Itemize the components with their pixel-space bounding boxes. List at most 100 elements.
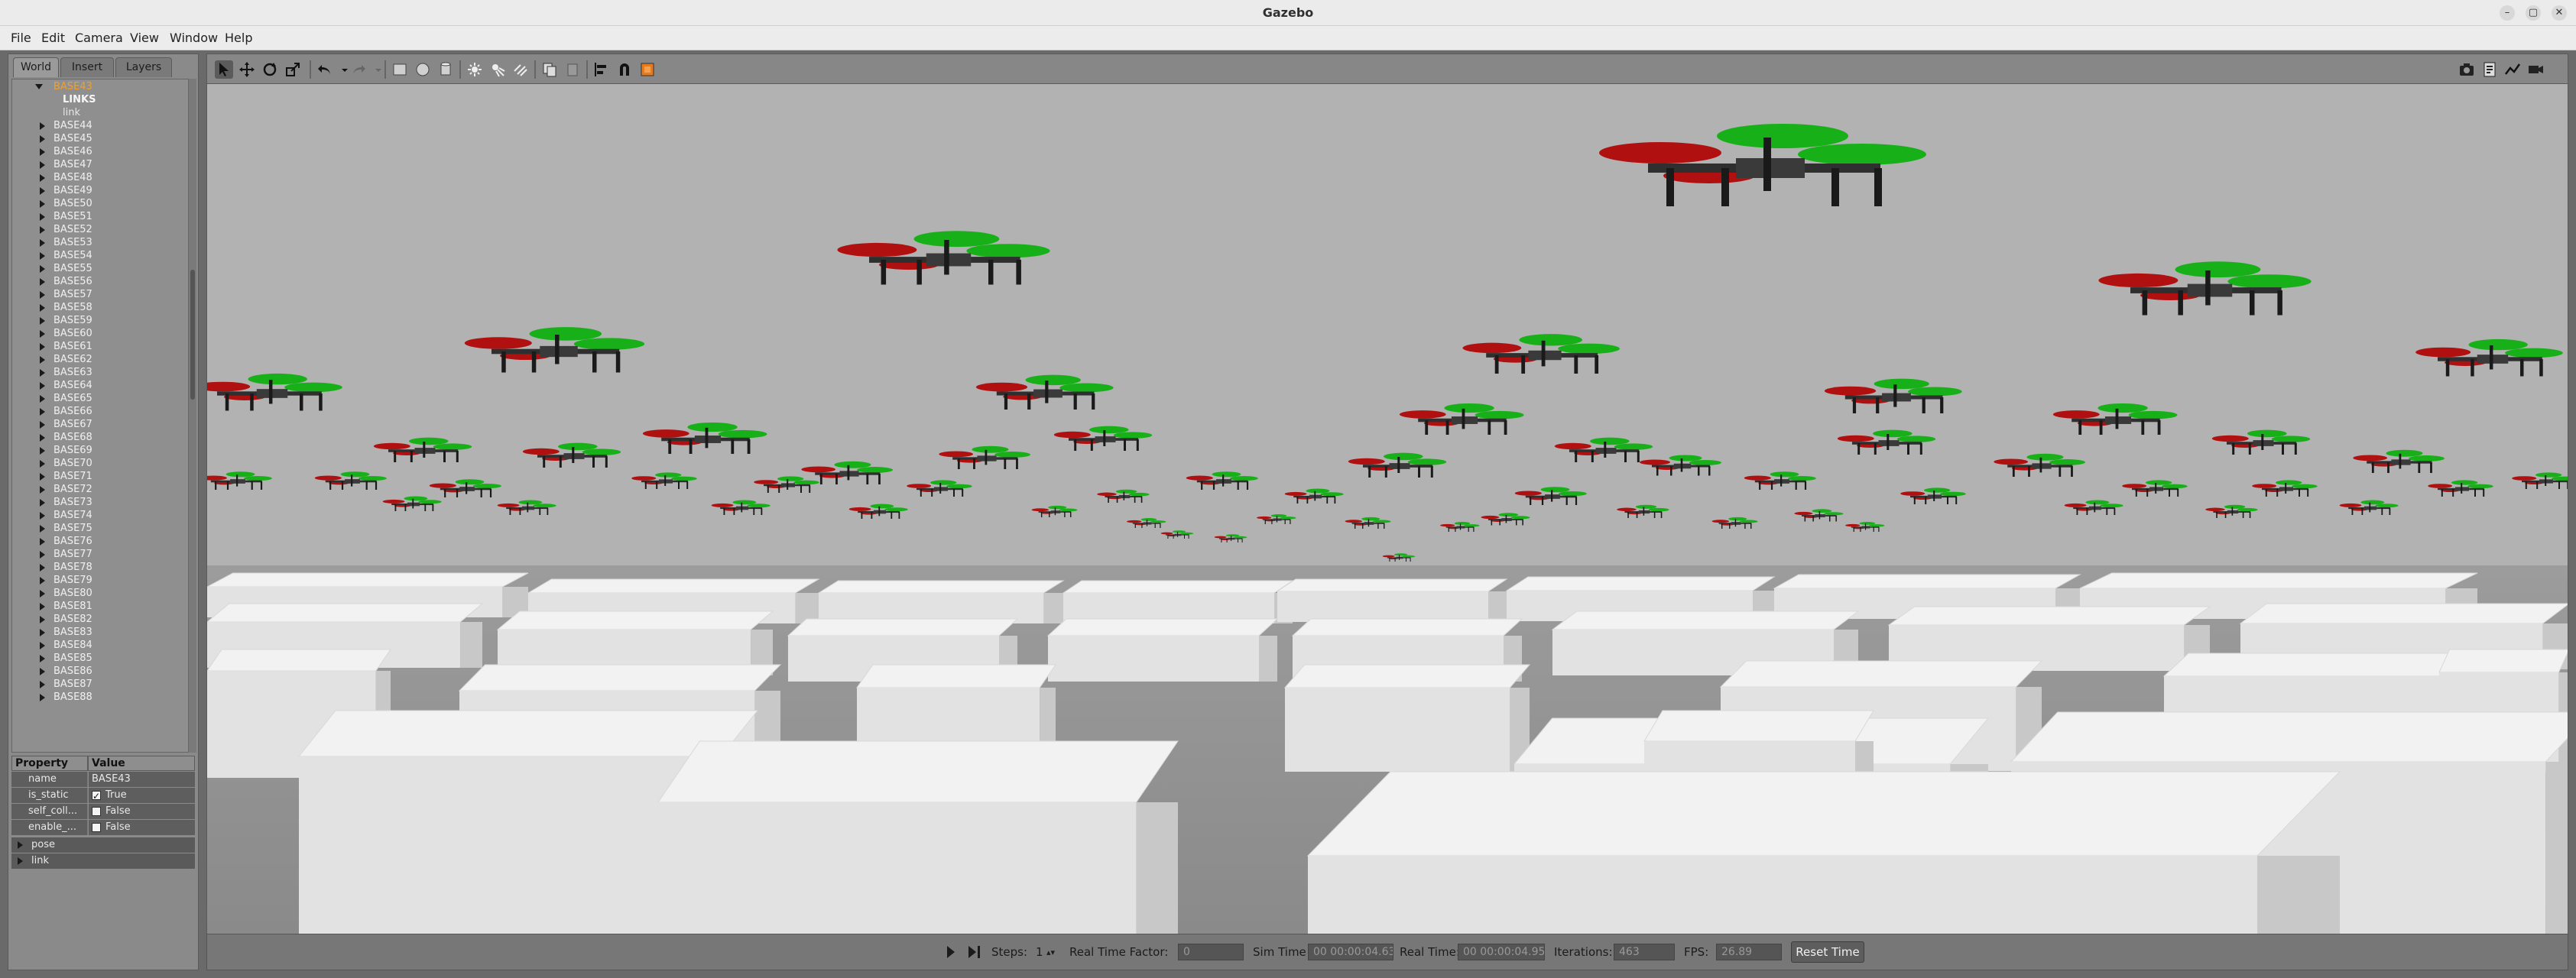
tree-model-item[interactable]: BASE87 bbox=[12, 678, 188, 691]
collapsed-arrow-icon[interactable] bbox=[40, 525, 45, 533]
collapsed-arrow-icon[interactable] bbox=[40, 148, 45, 156]
collapsed-arrow-icon[interactable] bbox=[40, 252, 45, 260]
collapsed-arrow-icon[interactable] bbox=[40, 421, 45, 429]
tab-insert[interactable]: Insert bbox=[60, 57, 114, 77]
collapsed-arrow-icon[interactable] bbox=[40, 356, 45, 364]
tree-model-item[interactable]: BASE88 bbox=[12, 691, 188, 704]
collapsed-arrow-icon[interactable] bbox=[40, 616, 45, 623]
collapsed-arrow-icon[interactable] bbox=[40, 395, 45, 403]
tree-model-item[interactable]: BASE68 bbox=[12, 432, 188, 445]
tree-model-item[interactable]: BASE71 bbox=[12, 471, 188, 484]
tree-model-item[interactable]: BASE82 bbox=[12, 614, 188, 627]
rotate-icon[interactable] bbox=[261, 60, 279, 79]
menu-window[interactable]: Window bbox=[170, 31, 218, 45]
undo-icon[interactable] bbox=[316, 60, 334, 79]
collapsed-arrow-icon[interactable] bbox=[40, 668, 45, 675]
tree-model-item[interactable]: BASE55 bbox=[12, 263, 188, 276]
collapsed-arrow-icon[interactable] bbox=[40, 629, 45, 636]
is-static-checkbox[interactable] bbox=[92, 789, 101, 804]
tree-model-item[interactable]: BASE73 bbox=[12, 497, 188, 510]
directional-light-icon[interactable] bbox=[511, 60, 530, 79]
select-arrow-icon[interactable] bbox=[215, 60, 233, 79]
tree-model-item[interactable]: BASE48 bbox=[12, 172, 188, 185]
tree-model-item[interactable]: BASE64 bbox=[12, 380, 188, 393]
menu-edit[interactable]: Edit bbox=[41, 31, 65, 45]
step-icon[interactable] bbox=[968, 946, 976, 958]
tree-model-item[interactable]: BASE79 bbox=[12, 575, 188, 588]
collapsed-arrow-icon[interactable] bbox=[40, 642, 45, 649]
tree-model-item[interactable]: BASE65 bbox=[12, 393, 188, 406]
tree-model-item[interactable]: BASE69 bbox=[12, 445, 188, 458]
tree-link-item[interactable]: link bbox=[12, 107, 188, 120]
3d-viewport[interactable] bbox=[206, 84, 2568, 934]
sphere-shape-icon[interactable] bbox=[414, 60, 432, 79]
world-tree[interactable]: BASE43 LINKS link BASE44 BASE45 BASE46 BASE… bbox=[11, 79, 189, 753]
tree-model-item[interactable]: BASE84 bbox=[12, 640, 188, 653]
tree-model-item[interactable]: BASE86 bbox=[12, 665, 188, 678]
tree-model-item[interactable]: BASE47 bbox=[12, 159, 188, 172]
tree-model-item[interactable]: BASE53 bbox=[12, 237, 188, 250]
video-record-icon[interactable] bbox=[2526, 60, 2545, 79]
tab-layers[interactable]: Layers bbox=[115, 57, 172, 77]
collapsed-arrow-icon[interactable] bbox=[40, 590, 45, 597]
collapsed-arrow-icon[interactable] bbox=[40, 200, 45, 208]
align-icon[interactable] bbox=[592, 60, 611, 79]
collapsed-arrow-icon[interactable] bbox=[40, 369, 45, 377]
point-light-icon[interactable] bbox=[466, 60, 484, 79]
reset-time-button[interactable]: Reset Time bbox=[1791, 941, 1864, 963]
menu-camera[interactable]: Camera bbox=[75, 31, 123, 45]
maximize-icon[interactable]: ▢ bbox=[2526, 5, 2541, 21]
tree-model-item[interactable]: BASE66 bbox=[12, 406, 188, 419]
collapsed-arrow-icon[interactable] bbox=[40, 291, 45, 299]
collapsed-arrow-icon[interactable] bbox=[40, 317, 45, 325]
collapsed-arrow-icon[interactable] bbox=[40, 434, 45, 442]
prop-group-pose[interactable]: pose bbox=[11, 837, 195, 853]
tree-model-item[interactable]: BASE74 bbox=[12, 510, 188, 523]
scale-icon[interactable] bbox=[284, 60, 302, 79]
tree-model-item[interactable]: BASE62 bbox=[12, 354, 188, 367]
collapsed-arrow-icon[interactable] bbox=[40, 486, 45, 494]
tree-model-item[interactable]: BASE51 bbox=[12, 211, 188, 224]
undo-dropdown-icon[interactable] bbox=[336, 60, 348, 79]
collapsed-arrow-icon[interactable] bbox=[40, 512, 45, 520]
collapsed-arrow-icon[interactable] bbox=[40, 447, 45, 455]
tree-model-item[interactable]: BASE76 bbox=[12, 536, 188, 549]
collapsed-arrow-icon[interactable] bbox=[40, 213, 45, 221]
collapsed-arrow-icon[interactable] bbox=[40, 278, 45, 286]
tree-model-item[interactable]: BASE50 bbox=[12, 198, 188, 211]
tree-model-item[interactable]: BASE59 bbox=[12, 315, 188, 328]
tree-selected-model[interactable]: BASE43 bbox=[12, 81, 188, 94]
change-view-icon[interactable] bbox=[638, 60, 657, 79]
panel-splitter[interactable] bbox=[200, 53, 205, 970]
scrollbar-thumb[interactable] bbox=[190, 270, 195, 400]
tree-model-item[interactable]: BASE81 bbox=[12, 601, 188, 614]
play-icon[interactable] bbox=[947, 946, 955, 958]
expanded-arrow-icon[interactable] bbox=[35, 84, 43, 89]
tree-model-item[interactable]: BASE61 bbox=[12, 341, 188, 354]
collapsed-arrow-icon[interactable] bbox=[40, 226, 45, 234]
redo-dropdown-icon[interactable] bbox=[369, 60, 381, 79]
collapsed-arrow-icon[interactable] bbox=[40, 681, 45, 688]
collapsed-arrow-icon[interactable] bbox=[40, 603, 45, 610]
collapsed-arrow-icon[interactable] bbox=[40, 265, 45, 273]
collapsed-arrow-icon[interactable] bbox=[40, 694, 45, 701]
collapsed-arrow-icon[interactable] bbox=[40, 239, 45, 247]
collapsed-arrow-icon[interactable] bbox=[40, 538, 45, 546]
collapsed-arrow-icon[interactable] bbox=[40, 564, 45, 572]
tree-model-item[interactable]: BASE75 bbox=[12, 523, 188, 536]
log-icon[interactable] bbox=[2480, 60, 2499, 79]
tree-model-item[interactable]: BASE78 bbox=[12, 562, 188, 575]
tree-model-item[interactable]: BASE52 bbox=[12, 224, 188, 237]
steps-value[interactable]: 1 bbox=[1036, 945, 1043, 959]
minimize-icon[interactable]: – bbox=[2500, 5, 2515, 21]
tree-model-item[interactable]: BASE63 bbox=[12, 367, 188, 380]
screenshot-icon[interactable] bbox=[2458, 60, 2476, 79]
collapsed-arrow-icon[interactable] bbox=[40, 135, 45, 143]
tab-world[interactable]: World bbox=[13, 57, 59, 77]
paste-icon[interactable] bbox=[563, 60, 582, 79]
tree-model-item[interactable]: BASE57 bbox=[12, 289, 188, 302]
tree-model-item[interactable]: BASE58 bbox=[12, 302, 188, 315]
collapsed-arrow-icon[interactable] bbox=[40, 655, 45, 662]
tree-model-item[interactable]: BASE70 bbox=[12, 458, 188, 471]
box-shape-icon[interactable] bbox=[391, 60, 409, 79]
